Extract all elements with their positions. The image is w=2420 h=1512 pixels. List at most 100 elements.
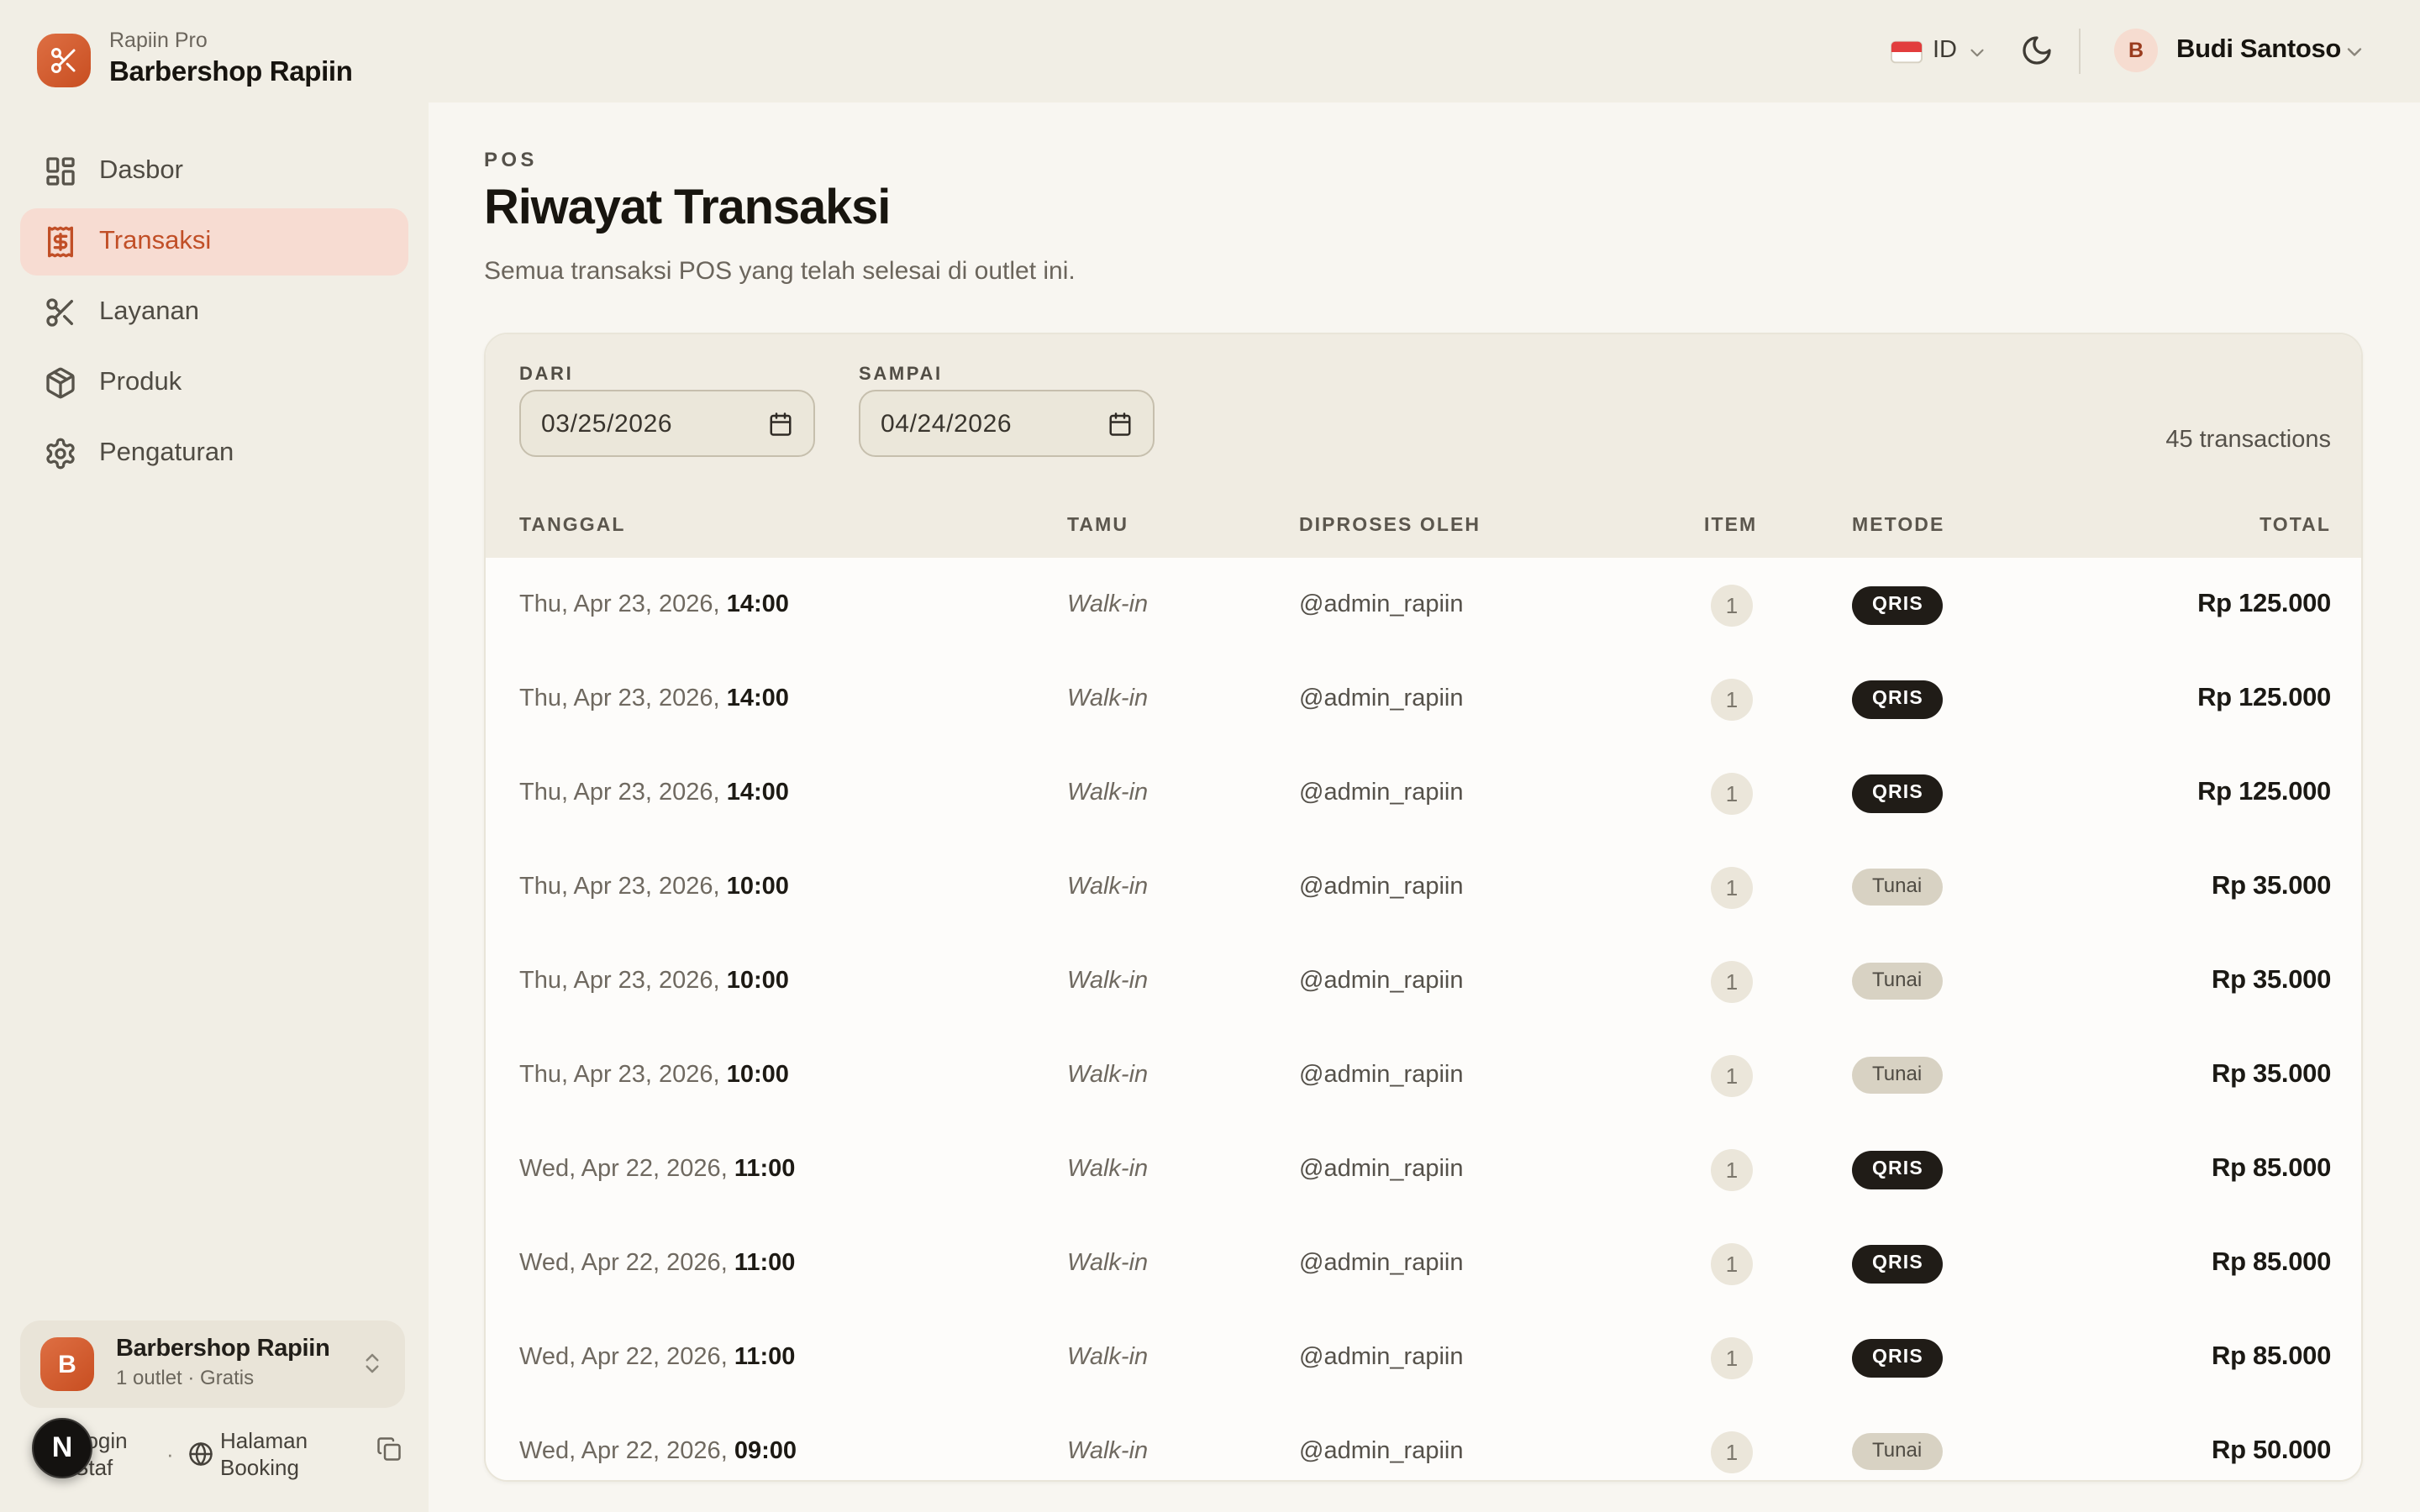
page-title: Riwayat Transaksi (484, 181, 890, 237)
package-icon (44, 366, 77, 400)
row-guest: Walk-in (1067, 1344, 1299, 1371)
row-total: Rp 125.000 (2188, 778, 2331, 808)
row-total: Rp 35.000 (2188, 872, 2331, 902)
row-date-text: Thu, Apr 23, 2026, (519, 1062, 720, 1089)
row-total: Rp 35.000 (2188, 1060, 2331, 1090)
column-header-tanggal: TANGGAL (519, 516, 1067, 536)
sidebar-item-pengaturan[interactable]: Pengaturan (20, 420, 408, 487)
method-badge: Tunai (1852, 869, 1942, 906)
from-date-input[interactable]: 03/25/2026 (519, 390, 815, 457)
row-time: 09:00 (734, 1438, 797, 1465)
copy-icon[interactable] (376, 1436, 402, 1462)
table-row[interactable]: Wed, Apr 22, 2026, 11:00 Walk-in @admin_… (486, 1122, 2361, 1216)
app-root: Rapiin Pro Barbershop Rapiin ID B Budi S… (0, 0, 2420, 1512)
row-date: Wed, Apr 22, 2026, 09:00 (519, 1438, 1067, 1465)
row-guest: Walk-in (1067, 968, 1299, 995)
nextjs-dev-badge[interactable]: N (32, 1418, 92, 1478)
table-body: Thu, Apr 23, 2026, 14:00 Walk-in @admin_… (486, 558, 2361, 1482)
column-header-total: TOTAL (2188, 516, 2331, 536)
sidebar-item-dasbor[interactable]: Dasbor (20, 138, 408, 205)
row-guest: Walk-in (1067, 1062, 1299, 1089)
receipt-icon (44, 225, 77, 259)
booking-page-link[interactable]: Halaman Booking (220, 1428, 331, 1482)
method-badge: QRIS (1852, 585, 1944, 624)
method-badge: QRIS (1852, 1338, 1944, 1377)
row-processed-by: @admin_rapiin (1299, 1250, 1704, 1277)
outlet-switcher[interactable]: B Barbershop Rapiin 1 outlet · Gratis (20, 1320, 405, 1408)
to-date-input[interactable]: 04/24/2026 (859, 390, 1155, 457)
sidebar-item-layanan[interactable]: Layanan (20, 279, 408, 346)
page-eyebrow: POS (484, 148, 538, 171)
row-guest: Walk-in (1067, 1438, 1299, 1465)
row-date-text: Wed, Apr 22, 2026, (519, 1250, 728, 1277)
method-badge: Tunai (1852, 963, 1942, 1000)
row-date: Thu, Apr 23, 2026, 10:00 (519, 1062, 1067, 1089)
table-row[interactable]: Thu, Apr 23, 2026, 14:00 Walk-in @admin_… (486, 746, 2361, 840)
chevron-down-icon[interactable] (1966, 42, 1988, 64)
calendar-icon[interactable] (768, 411, 793, 436)
row-processed-by: @admin_rapiin (1299, 968, 1704, 995)
row-date-text: Thu, Apr 23, 2026, (519, 591, 720, 618)
transactions-card: DARI 03/25/2026 SAMPAI 04/24/2026 45 tra… (484, 333, 2363, 1482)
sidebar-item-label: Layanan (99, 297, 199, 328)
row-date-text: Thu, Apr 23, 2026, (519, 685, 720, 712)
indonesia-flag-icon[interactable] (1891, 40, 1923, 64)
sidebar-item-label: Pengaturan (99, 438, 234, 469)
to-date-label: SAMPAI (859, 365, 943, 385)
column-header-metode: METODE (1852, 516, 2188, 536)
item-count-badge: 1 (1711, 1148, 1753, 1190)
user-name[interactable]: Budi Santoso (2176, 35, 2341, 66)
row-total: Rp 35.000 (2188, 966, 2331, 996)
item-count-badge: 1 (1711, 772, 1753, 814)
gear-icon (44, 437, 77, 470)
sidebar-item-label: Dasbor (99, 156, 183, 186)
table-row[interactable]: Wed, Apr 22, 2026, 09:00 Walk-in @admin_… (486, 1404, 2361, 1482)
main-content: POS Riwayat Transaksi Semua transaksi PO… (429, 102, 2420, 1512)
outlet-avatar: B (40, 1337, 94, 1391)
from-date-label: DARI (519, 365, 573, 385)
table-row[interactable]: Wed, Apr 22, 2026, 11:00 Walk-in @admin_… (486, 1216, 2361, 1310)
item-count-badge: 1 (1711, 866, 1753, 908)
table-row[interactable]: Thu, Apr 23, 2026, 14:00 Walk-in @admin_… (486, 652, 2361, 746)
row-date-text: Wed, Apr 22, 2026, (519, 1438, 728, 1465)
row-guest: Walk-in (1067, 591, 1299, 618)
row-date: Wed, Apr 22, 2026, 11:00 (519, 1156, 1067, 1183)
row-date: Thu, Apr 23, 2026, 14:00 (519, 591, 1067, 618)
column-header-tamu: TAMU (1067, 516, 1299, 536)
user-avatar[interactable]: B (2114, 29, 2158, 72)
method-badge: QRIS (1852, 680, 1944, 718)
table-row[interactable]: Wed, Apr 22, 2026, 11:00 Walk-in @admin_… (486, 1310, 2361, 1404)
table-row[interactable]: Thu, Apr 23, 2026, 10:00 Walk-in @admin_… (486, 934, 2361, 1028)
user-menu-chevron-down-icon[interactable] (2343, 40, 2366, 64)
table-row[interactable]: Thu, Apr 23, 2026, 14:00 Walk-in @admin_… (486, 558, 2361, 652)
calendar-icon[interactable] (1107, 411, 1133, 436)
globe-icon[interactable] (188, 1441, 213, 1467)
language-selector[interactable]: ID (1933, 37, 1957, 64)
dashboard-icon (44, 155, 77, 188)
sidebar-item-transaksi[interactable]: Transaksi (20, 208, 408, 276)
row-date-text: Thu, Apr 23, 2026, (519, 874, 720, 900)
row-guest: Walk-in (1067, 1156, 1299, 1183)
row-processed-by: @admin_rapiin (1299, 874, 1704, 900)
row-processed-by: @admin_rapiin (1299, 1438, 1704, 1465)
row-date-text: Wed, Apr 22, 2026, (519, 1156, 728, 1183)
sidebar-item-produk[interactable]: Produk (20, 349, 408, 417)
table-row[interactable]: Thu, Apr 23, 2026, 10:00 Walk-in @admin_… (486, 840, 2361, 934)
filter-panel: DARI 03/25/2026 SAMPAI 04/24/2026 45 tra… (486, 334, 2361, 558)
column-header-item: ITEM (1704, 516, 1852, 536)
item-count-badge: 1 (1711, 1431, 1753, 1473)
outlet-meta: 1 outlet · Gratis (116, 1366, 254, 1389)
item-count-badge: 1 (1711, 1336, 1753, 1378)
table-row[interactable]: Thu, Apr 23, 2026, 10:00 Walk-in @admin_… (486, 1028, 2361, 1122)
topbar-right: ID B Budi Santoso (0, 0, 2420, 102)
row-time: 10:00 (727, 874, 789, 900)
row-date-text: Thu, Apr 23, 2026, (519, 968, 720, 995)
item-count-badge: 1 (1711, 678, 1753, 720)
row-date-text: Wed, Apr 22, 2026, (519, 1344, 728, 1371)
method-badge: Tunai (1852, 1057, 1942, 1094)
column-header-diproses-oleh: DIPROSES OLEH (1299, 516, 1704, 536)
method-badge: QRIS (1852, 1150, 1944, 1189)
row-total: Rp 85.000 (2188, 1154, 2331, 1184)
method-badge: QRIS (1852, 774, 1944, 812)
dark-mode-toggle-moon-icon[interactable] (2020, 34, 2054, 67)
